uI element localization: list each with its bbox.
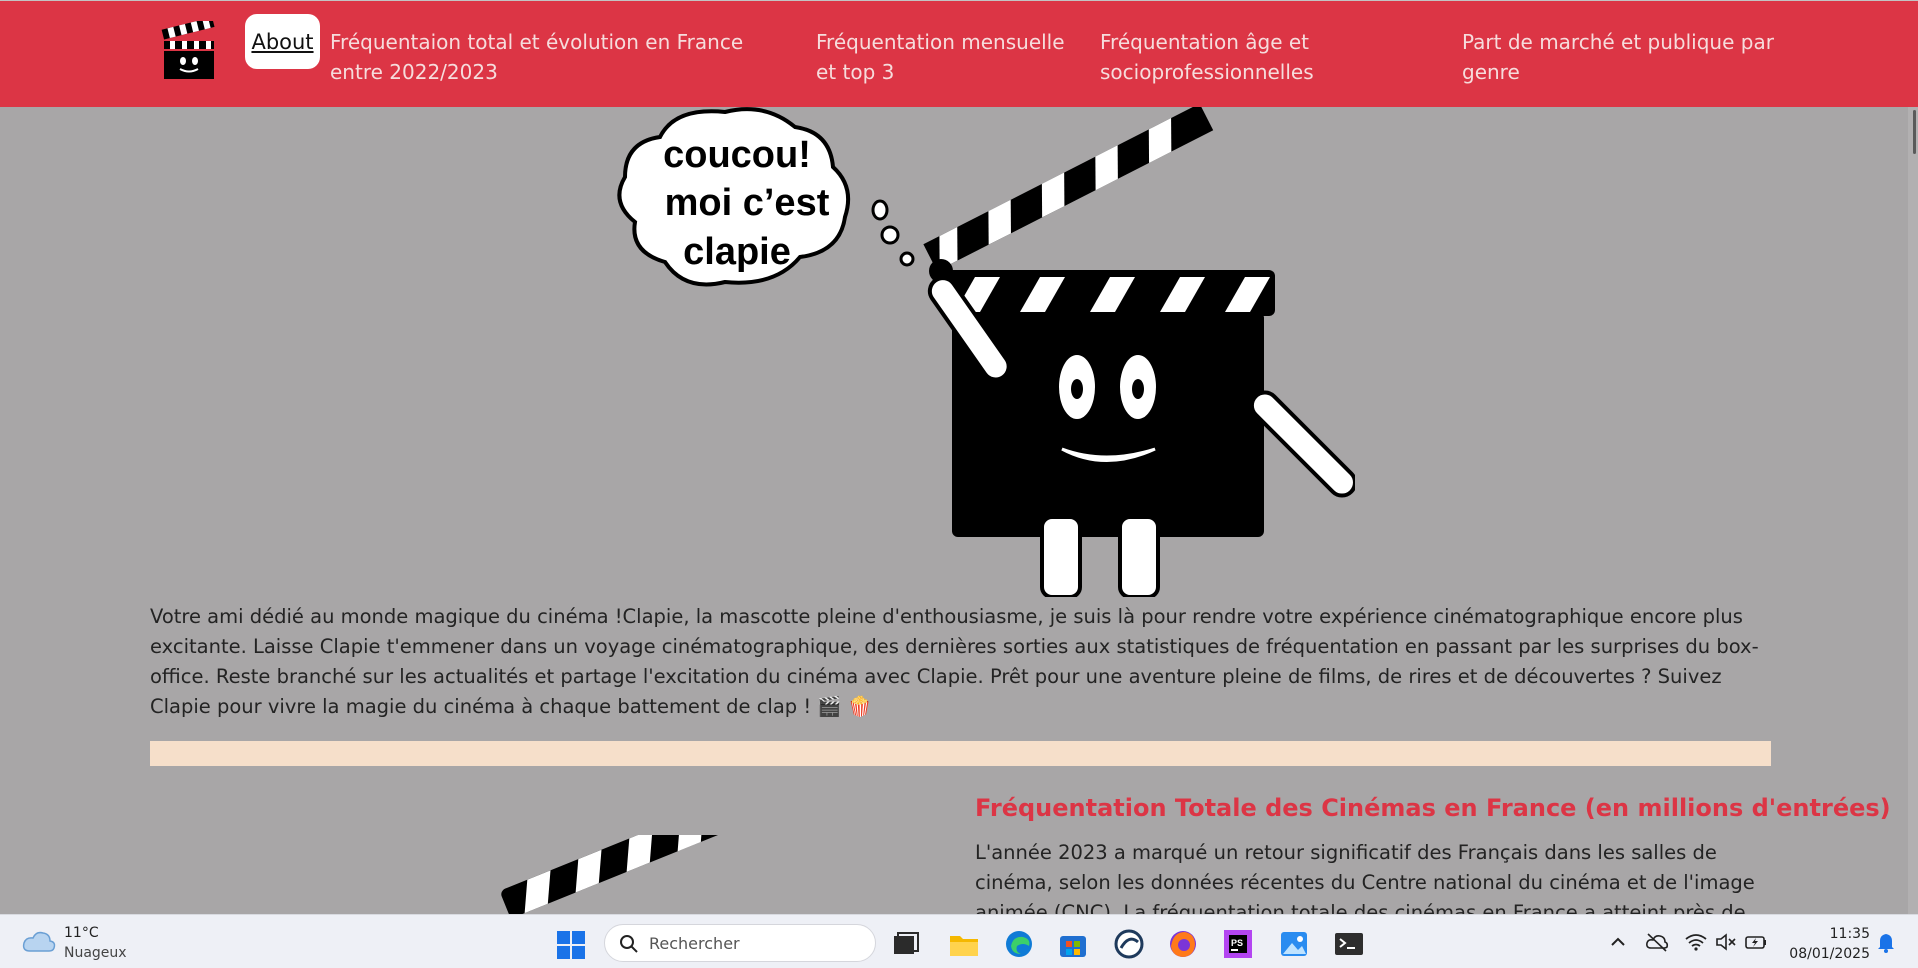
page-scrollbar[interactable] <box>1908 107 1918 914</box>
thought-bubble: coucou! moi c’est clapie <box>617 107 915 287</box>
weather-condition: Nuageux <box>64 945 127 961</box>
battery-charging-icon[interactable] <box>1744 930 1768 954</box>
clock-time: 11:35 <box>1829 926 1870 942</box>
search-placeholder: Rechercher <box>649 934 740 953</box>
notification-bell-icon[interactable] <box>1876 931 1896 953</box>
scrollbar-thumb[interactable] <box>1913 110 1916 154</box>
weather-widget[interactable]: 11°C Nuageux <box>22 923 142 963</box>
system-clock[interactable]: 11:35 08/01/2025 <box>1784 924 1870 964</box>
clapie-mascot-partial <box>501 835 732 915</box>
microsoft-store-icon[interactable] <box>1057 928 1089 960</box>
clapper-arm <box>923 107 1214 271</box>
clapper-lower-stripe <box>945 270 1275 316</box>
nav-link-frequentation-age[interactable]: Fréquentation âge et socioprofessionnell… <box>1100 27 1350 87</box>
nav-link-frequentation-mensuelle[interactable]: Fréquentation mensuelle et top 3 <box>816 27 1066 87</box>
cloud-offline-icon[interactable] <box>1645 930 1669 954</box>
intro-paragraph: Votre ami dédié au monde magique du ciné… <box>150 605 1759 718</box>
clapperboard-logo-icon[interactable] <box>160 21 218 81</box>
chevron-up-icon[interactable] <box>1606 930 1630 954</box>
bubble-line-2: moi c’est <box>665 182 830 224</box>
bubble-line-3: clapie <box>683 231 791 273</box>
section-divider-bar <box>150 741 1771 766</box>
task-view-icon[interactable] <box>890 928 922 960</box>
weather-temperature: 11°C <box>64 925 99 941</box>
terminal-icon[interactable] <box>1333 928 1365 960</box>
search-icon <box>620 935 638 953</box>
taskbar-search-input[interactable]: Rechercher <box>604 924 876 962</box>
edge-browser-icon[interactable] <box>1003 928 1035 960</box>
svg-text:PS: PS <box>1231 938 1243 948</box>
app-circle-icon[interactable] <box>1113 928 1145 960</box>
section-title: Fréquentation Totale des Cinémas en Fran… <box>975 794 1891 822</box>
photos-app-icon[interactable] <box>1278 928 1310 960</box>
clock-date: 08/01/2025 <box>1789 946 1870 962</box>
firefox-icon[interactable] <box>1167 928 1199 960</box>
volume-muted-icon[interactable] <box>1714 930 1738 954</box>
nav-link-part-de-marche[interactable]: Part de marché et publique par genre <box>1462 27 1782 87</box>
file-explorer-icon[interactable] <box>948 928 980 960</box>
bubble-line-1: coucou! <box>663 134 811 176</box>
windows-start-icon[interactable] <box>556 930 586 960</box>
clapie-mascot-illustration: coucou! moi c’est clapie <box>617 107 1355 597</box>
top-navbar: About Fréquentaion total et évolution en… <box>0 0 1918 107</box>
cloud-icon <box>22 931 56 952</box>
phpstorm-icon[interactable]: PS <box>1222 928 1254 960</box>
wifi-icon[interactable] <box>1684 930 1708 954</box>
windows-taskbar: 11°C Nuageux Rechercher PS 11:35 08/01/2… <box>0 914 1918 968</box>
nav-link-frequentation-totale[interactable]: Fréquentaion total et évolution en Franc… <box>330 27 760 87</box>
nav-about-button[interactable]: About <box>245 14 320 69</box>
